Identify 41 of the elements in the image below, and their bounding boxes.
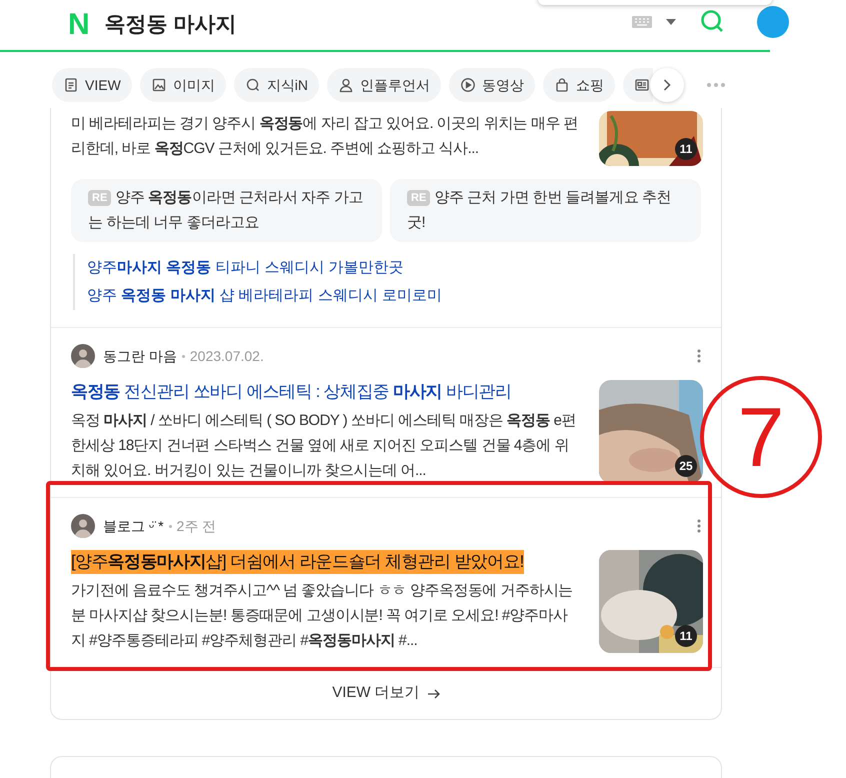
post-snippet: 옥정 마사지 / 쏘바디 에스테틱 ( SO BODY ) 쏘바디 에스테틱 매장은 옥정동 e편한세상 18단지 건너편 스타벅스 건물 옆에 새로 지어진 오피스텔 건물 4층에 위치해 있어요. 버거킹이 있는 건물이니까 찾으시는데 어...: [71, 411, 577, 481]
search-tab[interactable]: 쇼핑: [543, 68, 616, 102]
post-date: 2주 전: [176, 516, 216, 536]
keyboard-icon[interactable]: [632, 16, 652, 28]
account-button[interactable]: [757, 6, 789, 38]
post-snippet: 가기전에 음료수도 챙겨주시고^^ 넘 좋았습니다 ㅎㅎ 양주옥정동에 거주하시는분 마사지샵 찾으시는분! 통증때문에 고생이시분! 꼭 여기로 오세요! #양주마사지 #양주통증테라피 #양주체형관리 #옥정동마사지 #...: [71, 581, 574, 651]
more-options-icon[interactable]: [697, 349, 701, 363]
document-icon: [63, 77, 79, 93]
search-tab[interactable]: 인플루언서: [327, 68, 442, 102]
news-icon: [634, 77, 650, 93]
avatar-icon: [71, 514, 95, 538]
more-icon[interactable]: [707, 83, 725, 87]
post-snippet: 미 베라테라피는 경기 양주시 옥정동에 자리 잡고 있어요. 이곳의 위치는 매우 편리한데, 바로 옥정CGV 근처에 있거든요. 주변에 쇼핑하고 식사...: [71, 114, 579, 159]
search-icon: [244, 77, 261, 93]
caret-icon[interactable]: [666, 19, 676, 25]
related-post-link[interactable]: 양주마사지 옥정동 티파니 스웨디시 가볼만한곳: [87, 254, 701, 282]
post-title[interactable]: 옥정동 전신관리 쏘바디 에스테틱 : 상체집중 마사지 바디관리: [71, 380, 512, 404]
search-tab[interactable]: 이미지: [140, 68, 226, 102]
image-icon: [150, 77, 167, 93]
more-options-icon[interactable]: [697, 519, 701, 533]
related-post-link[interactable]: 양주 옥정동 마사지 샵 베라테라피 스웨디시 로미로미: [87, 282, 701, 310]
search-tab[interactable]: [623, 68, 654, 102]
search-tab[interactable]: VIEW: [52, 68, 132, 102]
play-icon: [460, 77, 476, 93]
post-title[interactable]: [양주옥정동마사지샵] 더쉼에서 라운드숄더 체형관리 받았어요!: [71, 550, 524, 574]
view-more-link[interactable]: VIEW 더보기: [332, 682, 440, 705]
circled-number-annotation: 7: [700, 376, 822, 498]
person-icon: [338, 77, 354, 93]
search-icon[interactable]: [700, 9, 724, 33]
separator-dot-icon: [168, 524, 172, 528]
search-tab[interactable]: 동영상: [449, 68, 536, 102]
post-date: 2023.07.02.: [190, 346, 264, 366]
search-tab[interactable]: 지식iN: [234, 68, 320, 102]
avatar-icon: [71, 344, 95, 368]
search-query[interactable]: 옥정동 마사지: [104, 9, 237, 41]
author-name[interactable]: 블로그 ᵕ̈ *: [103, 516, 164, 536]
separator-dot-icon: [182, 354, 185, 358]
author-name[interactable]: 동그란 마음: [103, 346, 177, 366]
arrow-right-icon: [428, 688, 440, 698]
bag-icon: [554, 77, 570, 93]
chevron-right-icon: [663, 79, 671, 91]
